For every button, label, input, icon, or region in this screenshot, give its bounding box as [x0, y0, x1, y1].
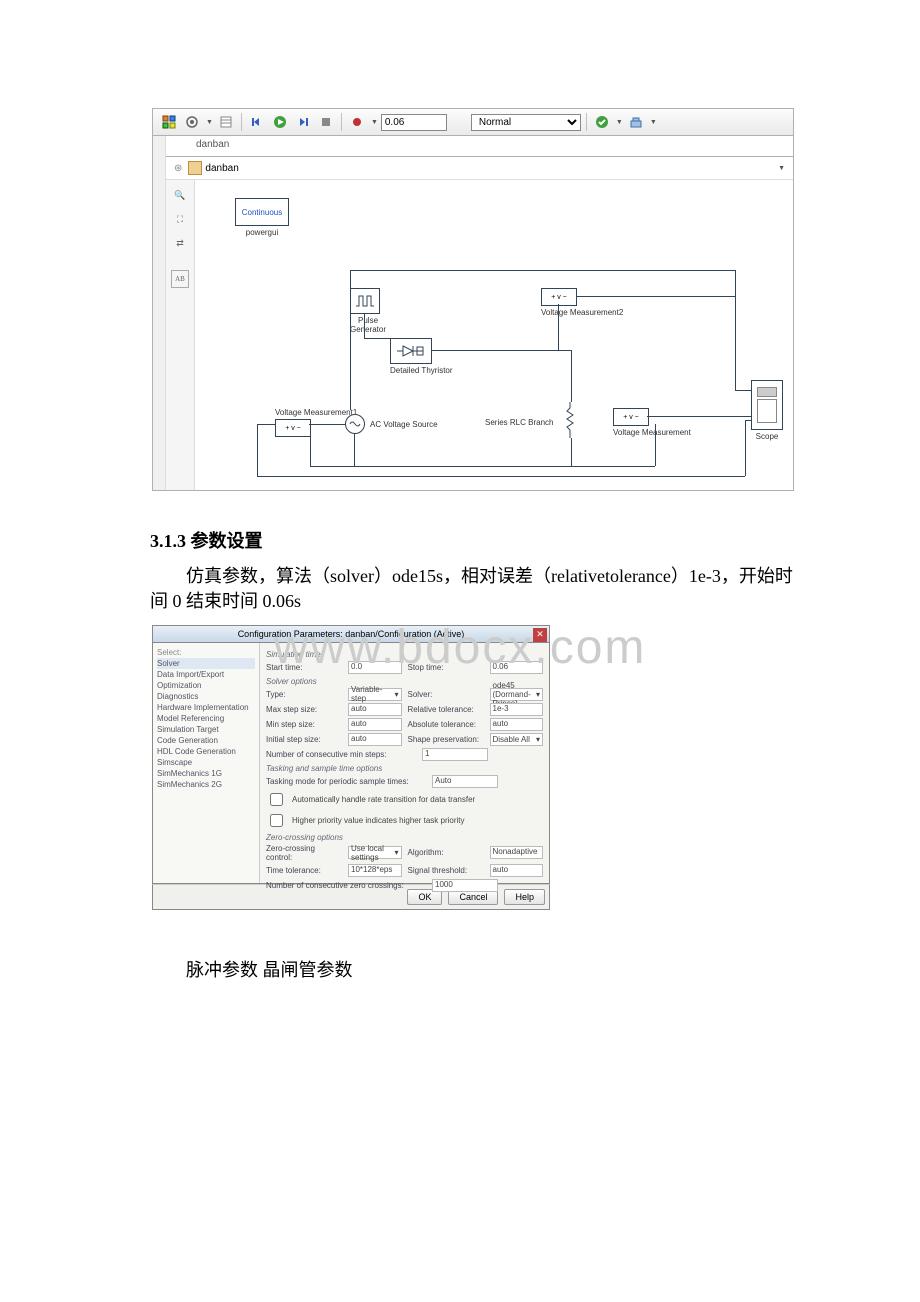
block-label: Pulse Generator: [350, 316, 386, 334]
paragraph: 脉冲参数 晶闸管参数: [150, 958, 806, 983]
simulink-toolbar: ▼ ▼ Normal ▼ ▼: [153, 109, 793, 136]
stop-time-field[interactable]: 0.06: [490, 661, 544, 674]
reltol-input[interactable]: 1e-3: [490, 703, 544, 716]
annotation-icon[interactable]: AB: [171, 270, 189, 288]
voltage-measurement-block[interactable]: + v −: [275, 419, 311, 437]
step-back-icon[interactable]: [247, 112, 267, 132]
library-icon[interactable]: [216, 112, 236, 132]
type-select[interactable]: Variable-step▾: [348, 688, 402, 701]
tt-input[interactable]: 10*128*eps: [348, 864, 402, 877]
chevron-down-icon[interactable]: ▼: [371, 119, 378, 126]
pulse-generator-block[interactable]: [350, 288, 380, 314]
check-icon[interactable]: [592, 112, 612, 132]
config-tree[interactable]: Select: Solver Data Import/Export Optimi…: [153, 643, 260, 883]
start-time-input[interactable]: 0.0: [348, 661, 402, 674]
zcc-select[interactable]: Use local settings▾: [348, 846, 402, 859]
shape-select[interactable]: Disable All▾: [490, 733, 544, 746]
block-label: Voltage Measurement2: [541, 308, 623, 317]
fit-icon[interactable]: ⛶: [171, 210, 189, 228]
stop-time-input[interactable]: [381, 114, 447, 131]
st-input[interactable]: auto: [490, 864, 544, 877]
config-parameters-window: Configuration Parameters: danban/Configu…: [152, 625, 550, 910]
step-forward-icon[interactable]: [293, 112, 313, 132]
block-label: powergui: [235, 228, 289, 237]
block-label: Voltage Measurement: [613, 428, 691, 437]
block-label: AC Voltage Source: [370, 420, 438, 429]
thyristor-block[interactable]: [390, 338, 432, 364]
solver-select[interactable]: ode45 (Dormand-Prince)▾: [490, 688, 544, 701]
section-heading: 3.1.3 参数设置: [150, 529, 806, 554]
breadcrumb: ⊛ danban ▼: [166, 157, 793, 180]
model-browser-icon[interactable]: [159, 112, 179, 132]
canvas-palette: 🔍 ⛶ ⇄ AB: [166, 180, 195, 490]
task-input[interactable]: Auto: [432, 775, 498, 788]
block-label: Series RLC Branch: [485, 418, 553, 427]
alg-input[interactable]: Nonadaptive: [490, 846, 544, 859]
chevron-down-icon[interactable]: ▼: [778, 165, 785, 172]
voltage-measurement-block[interactable]: + v −: [541, 288, 577, 306]
chevron-down-icon[interactable]: ▼: [616, 119, 623, 126]
block-label: Scope: [751, 432, 783, 441]
minstep-input[interactable]: auto: [348, 718, 402, 731]
paragraph: 仿真参数，算法（solver）ode15s，相对误差（relativetoler…: [150, 564, 806, 614]
nzc-input[interactable]: 1000: [432, 879, 498, 892]
consec-input[interactable]: 1: [422, 748, 488, 761]
nav-back-icon[interactable]: ⊛: [174, 163, 182, 174]
model-canvas[interactable]: Continuous powergui Pulse Generator Deta…: [195, 180, 793, 490]
voltage-measurement-block[interactable]: + v −: [613, 408, 649, 426]
maxstep-input[interactable]: auto: [348, 703, 402, 716]
chevron-down-icon[interactable]: ▼: [650, 119, 657, 126]
arrow-icon[interactable]: ⇄: [171, 234, 189, 252]
build-icon[interactable]: [626, 112, 646, 132]
zoom-icon[interactable]: 🔍: [171, 186, 189, 204]
config-main-panel: Simulation time Start time:0.0Stop time:…: [260, 643, 549, 883]
auto-rate-checkbox[interactable]: [270, 793, 283, 806]
chevron-down-icon[interactable]: ▼: [206, 119, 213, 126]
simulink-window: ▼ ▼ Normal ▼ ▼ danban ⊛ danban ▼ 🔍 ⛶: [152, 108, 794, 491]
close-icon[interactable]: ✕: [533, 628, 547, 642]
scope-block[interactable]: [751, 380, 783, 430]
left-gutter: [153, 136, 166, 490]
rlc-block[interactable]: [565, 402, 575, 438]
tab-danban[interactable]: danban: [196, 139, 229, 150]
block-label: Detailed Thyristor: [390, 366, 453, 375]
abstol-input[interactable]: auto: [490, 718, 544, 731]
record-icon[interactable]: [347, 112, 367, 132]
model-icon: [188, 161, 202, 175]
ac-source-block[interactable]: [345, 414, 365, 434]
config-titlebar: Configuration Parameters: danban/Configu…: [152, 625, 550, 643]
stop-icon[interactable]: [316, 112, 336, 132]
initstep-input[interactable]: auto: [348, 733, 402, 746]
mode-select[interactable]: Normal: [471, 114, 581, 131]
model-name[interactable]: danban: [188, 161, 238, 175]
gear-icon[interactable]: [182, 112, 202, 132]
run-icon[interactable]: [270, 112, 290, 132]
priority-checkbox[interactable]: [270, 814, 283, 827]
powergui-block[interactable]: Continuous: [235, 198, 289, 226]
tab-bar: danban: [166, 136, 793, 157]
